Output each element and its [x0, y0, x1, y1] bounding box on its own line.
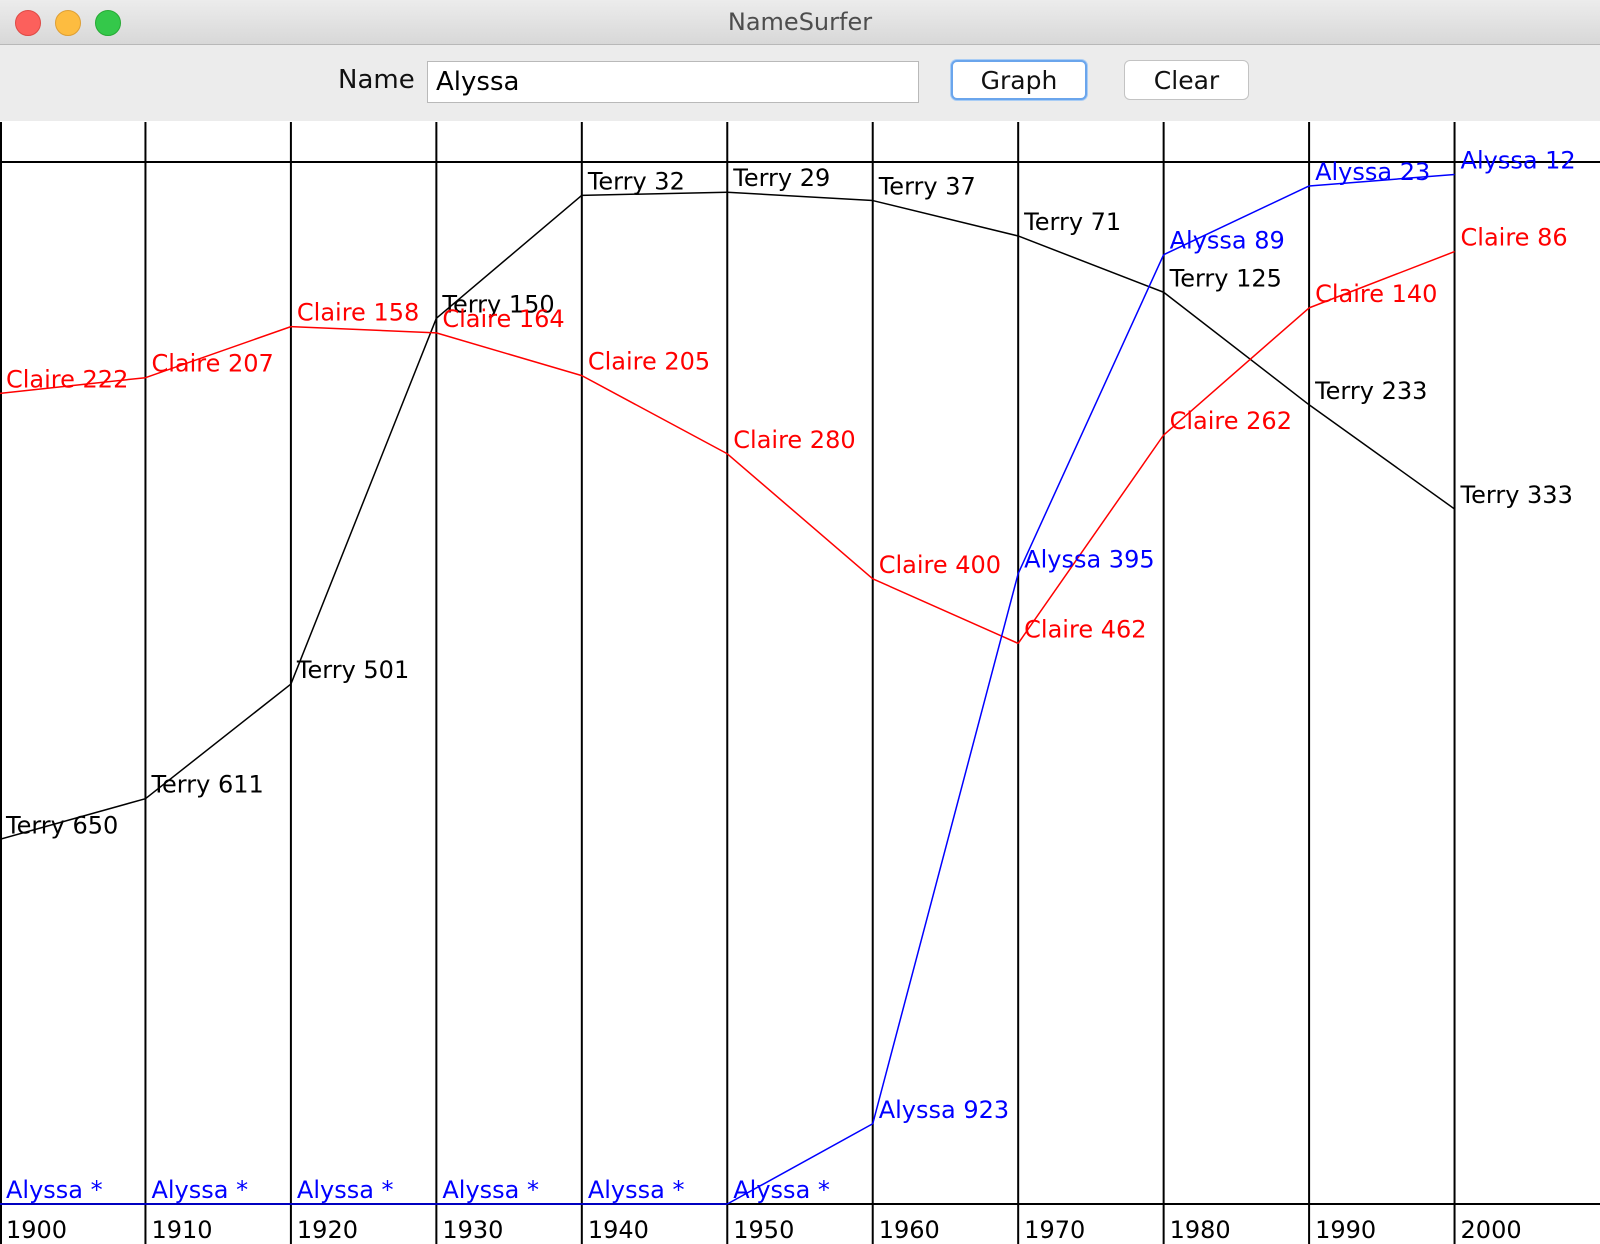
data-label: Terry 29	[732, 164, 830, 192]
decade-label: 1960	[879, 1216, 940, 1244]
data-label: Claire 86	[1461, 224, 1568, 252]
window-title: NameSurfer	[727, 8, 873, 36]
data-label: Claire 280	[733, 426, 855, 454]
data-label: Terry 32	[587, 167, 685, 195]
data-label: Claire 207	[151, 350, 273, 378]
decade-label: 1900	[6, 1216, 67, 1244]
clear-button[interactable]: Clear	[1124, 60, 1249, 100]
name-label: Name	[338, 65, 415, 95]
decade-label: 1950	[733, 1216, 794, 1244]
data-label: Terry 125	[1169, 264, 1282, 292]
data-label: Alyssa 23	[1315, 158, 1430, 186]
decade-label: 1940	[588, 1216, 649, 1244]
data-label: Alyssa *	[442, 1176, 539, 1204]
data-label: Alyssa 89	[1170, 227, 1285, 255]
data-label: Alyssa 923	[879, 1096, 1009, 1124]
decade-label: 1980	[1170, 1216, 1231, 1244]
data-label: Claire 158	[297, 299, 419, 327]
data-label: Claire 400	[879, 551, 1001, 579]
data-label: Claire 164	[442, 305, 564, 333]
decade-label: 1970	[1024, 1216, 1085, 1244]
data-label: Claire 205	[588, 348, 710, 376]
namesurfer-window: NameSurfer Name Graph Clear Terry 650 Ter…	[0, 0, 1600, 1244]
data-label: Alyssa 395	[1024, 546, 1154, 574]
title-bar: NameSurfer	[0, 0, 1600, 45]
data-label: Terry 501	[296, 656, 409, 684]
decade-label: 1990	[1315, 1216, 1376, 1244]
data-label: Claire 140	[1315, 280, 1437, 308]
name-popularity-graph: Terry 650Terry 611Terry 501Terry 150Terr…	[0, 122, 1600, 1244]
data-label: Alyssa *	[151, 1176, 248, 1204]
decade-label: 1910	[151, 1216, 212, 1244]
data-label: Terry 650	[5, 811, 118, 839]
decade-label: 1930	[442, 1216, 503, 1244]
data-label: Claire 462	[1024, 615, 1146, 643]
name-input[interactable]	[427, 61, 919, 103]
data-label: Alyssa *	[6, 1176, 103, 1204]
data-label: Terry 233	[1314, 377, 1427, 405]
data-label: Terry 611	[150, 771, 263, 799]
data-label: Alyssa 12	[1461, 147, 1576, 175]
data-label: Alyssa *	[297, 1176, 394, 1204]
toolbar: Name Graph Clear	[0, 45, 1600, 121]
data-label: Terry 333	[1460, 481, 1573, 509]
data-label: Alyssa *	[733, 1176, 830, 1204]
data-label: Terry 37	[878, 173, 976, 201]
graph-button[interactable]: Graph	[951, 60, 1087, 100]
data-label: Terry 71	[1023, 208, 1121, 236]
decade-label: 2000	[1461, 1216, 1522, 1244]
decade-label: 1920	[297, 1216, 358, 1244]
data-label: Claire 262	[1170, 407, 1292, 435]
data-label: Alyssa *	[588, 1176, 685, 1204]
data-label: Claire 222	[6, 365, 128, 393]
